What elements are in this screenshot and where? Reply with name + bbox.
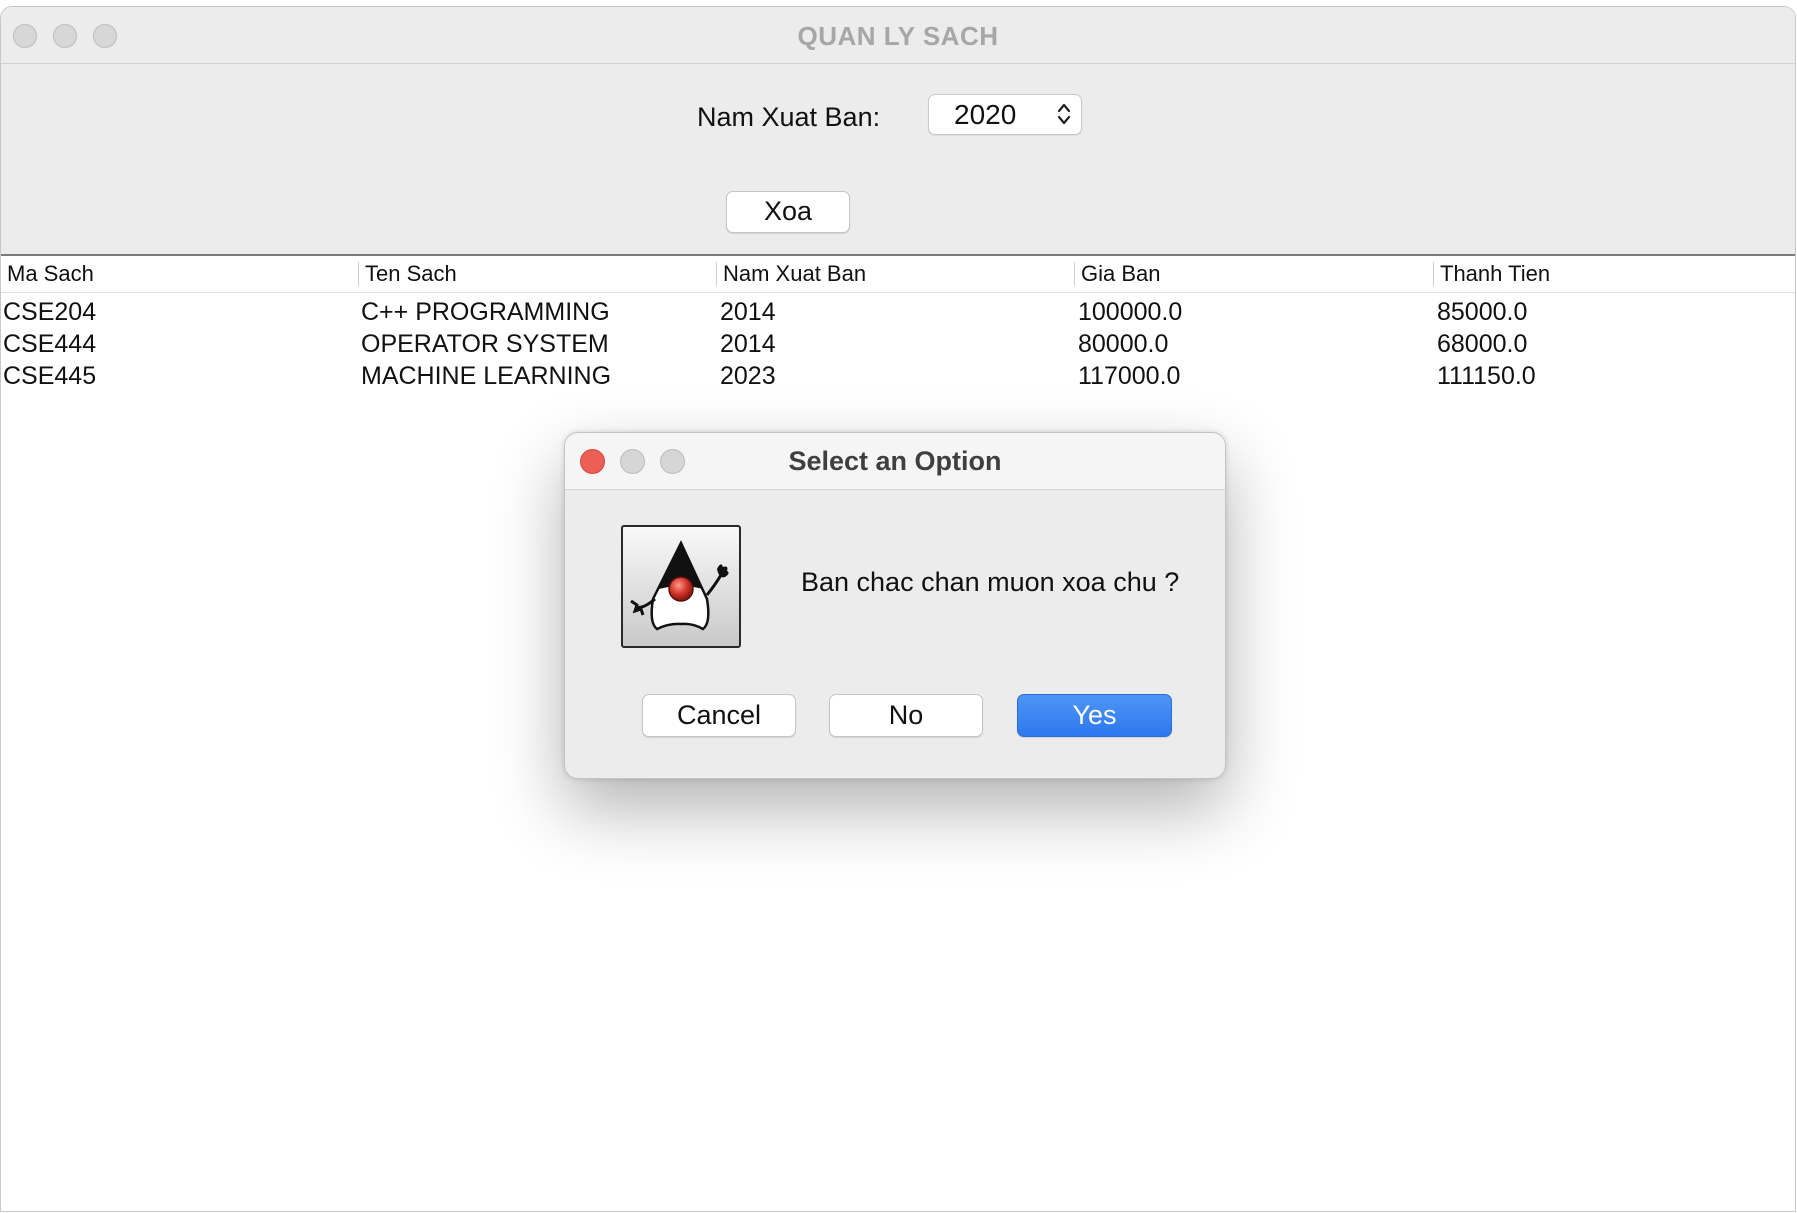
window-title: QUAN LY SACH bbox=[797, 21, 999, 51]
column-header-gia-ban[interactable]: Gia Ban bbox=[1074, 262, 1161, 286]
table-cell: 85000.0 bbox=[1437, 298, 1528, 326]
column-header-nam-xuat-ban[interactable]: Nam Xuat Ban bbox=[716, 262, 866, 286]
table-cell: 68000.0 bbox=[1437, 330, 1528, 358]
column-header-ma-sach[interactable]: Ma Sach bbox=[1, 262, 94, 286]
table-row[interactable]: CSE444 OPERATOR SYSTEM 2014 80000.0 6800… bbox=[1, 330, 1795, 362]
cancel-button[interactable]: Cancel bbox=[642, 694, 796, 737]
dialog-title-bar: Select an Option bbox=[565, 433, 1225, 490]
table-cell: 2014 bbox=[720, 298, 776, 326]
year-spinner-value: 2020 bbox=[954, 99, 1017, 130]
table-cell: C++ PROGRAMMING bbox=[361, 298, 610, 326]
table-row[interactable]: CSE445 MACHINE LEARNING 2023 117000.0 11… bbox=[1, 362, 1795, 394]
stepper-arrows-icon[interactable] bbox=[1057, 101, 1071, 129]
table-cell: 100000.0 bbox=[1078, 298, 1183, 326]
table-cell: MACHINE LEARNING bbox=[361, 362, 612, 390]
table-cell: CSE445 bbox=[3, 362, 97, 390]
dialog-title: Select an Option bbox=[788, 446, 1002, 476]
title-bar: QUAN LY SACH bbox=[1, 7, 1795, 64]
confirm-dialog: Select an Option Ban chac chan muon xoa … bbox=[564, 432, 1226, 779]
yes-button[interactable]: Yes bbox=[1017, 694, 1172, 737]
table-cell: 111150.0 bbox=[1437, 362, 1536, 390]
table-cell: OPERATOR SYSTEM bbox=[361, 330, 609, 358]
table-row[interactable]: CSE204 C++ PROGRAMMING 2014 100000.0 850… bbox=[1, 298, 1795, 330]
table-cell: CSE204 bbox=[3, 298, 97, 326]
column-header-ten-sach[interactable]: Ten Sach bbox=[358, 262, 457, 286]
year-spinner[interactable]: 2020 bbox=[928, 94, 1082, 135]
column-header-thanh-tien[interactable]: Thanh Tien bbox=[1433, 262, 1550, 286]
delete-button[interactable]: Xoa bbox=[726, 191, 850, 233]
table-cell: 117000.0 bbox=[1078, 362, 1181, 390]
no-button[interactable]: No bbox=[829, 694, 983, 737]
table-cell: 80000.0 bbox=[1078, 330, 1169, 358]
year-label: Nam Xuat Ban: bbox=[697, 102, 881, 132]
table-cell: 2014 bbox=[720, 330, 776, 358]
table-cell: 2023 bbox=[720, 362, 776, 390]
table-cell: CSE444 bbox=[3, 330, 97, 358]
filter-panel: Nam Xuat Ban: 2020 Xoa bbox=[1, 64, 1795, 256]
java-duke-icon bbox=[621, 525, 741, 648]
table-header: Ma Sach Ten Sach Nam Xuat Ban Gia Ban Th… bbox=[1, 256, 1795, 293]
dialog-message: Ban chac chan muon xoa chu ? bbox=[801, 567, 1180, 597]
